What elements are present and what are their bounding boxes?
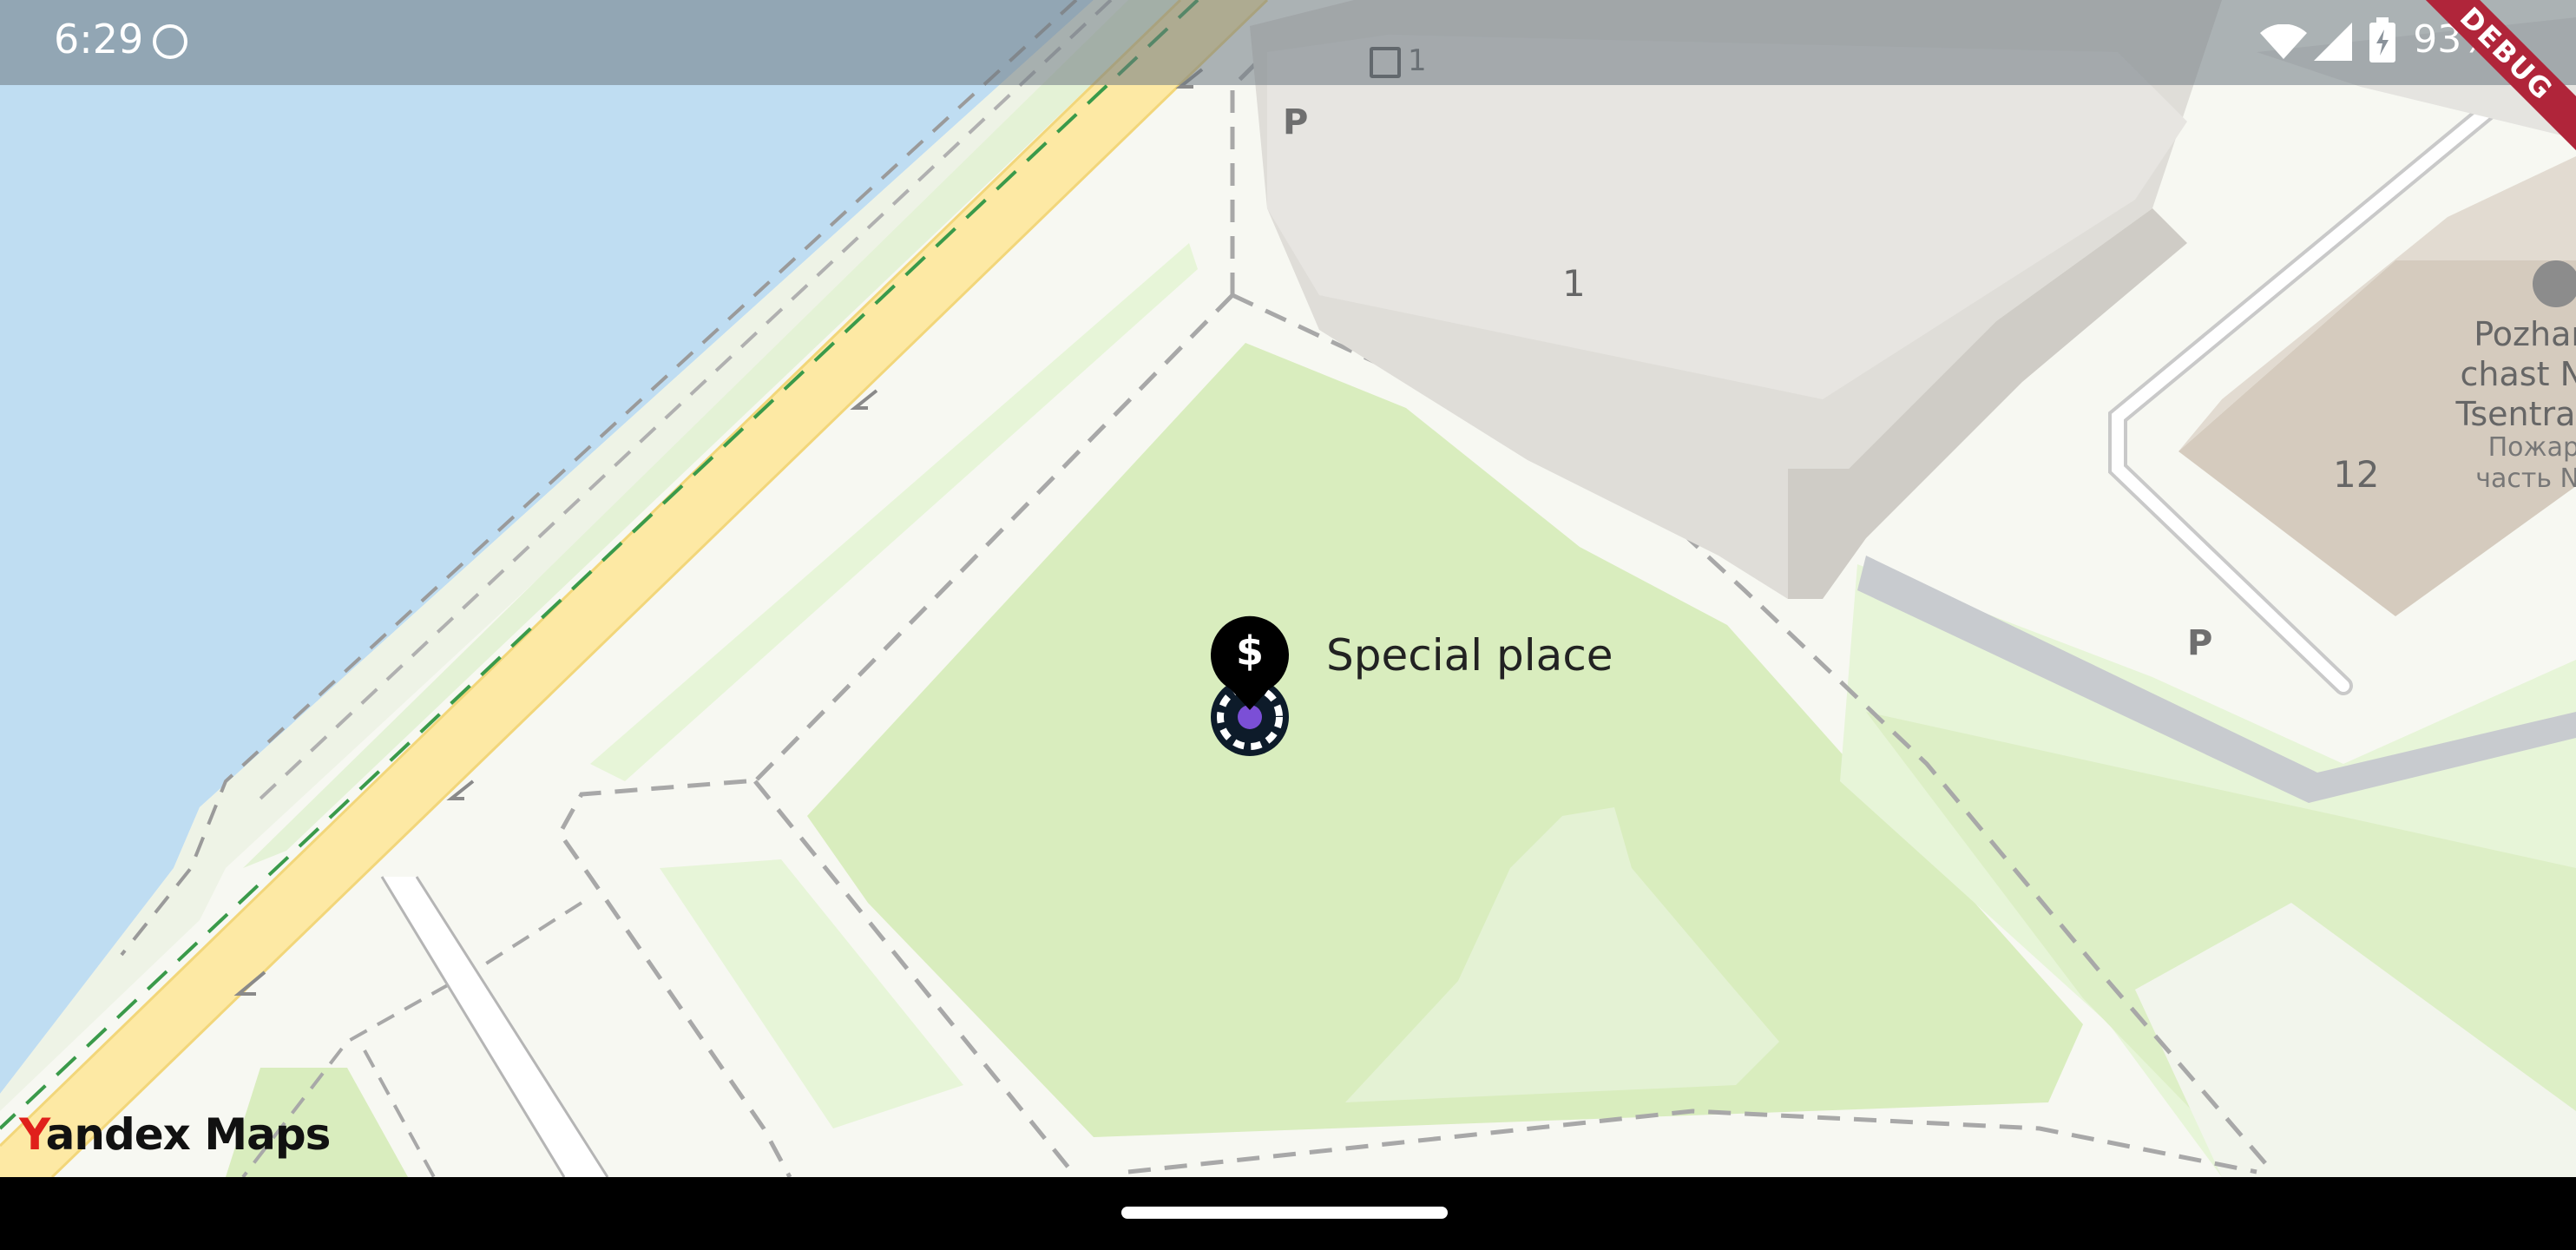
- poi-subtitle: Пожар часть N: [2475, 432, 2576, 495]
- parking-icon[interactable]: P: [1283, 102, 1308, 142]
- dollar-icon: $: [1235, 628, 1264, 674]
- poi-sub-line: Пожар: [2487, 432, 2576, 463]
- map-canvas[interactable]: [0, 0, 2576, 1179]
- battery-icon: [2369, 17, 2395, 62]
- home-gesture-handle[interactable]: [1121, 1207, 1448, 1219]
- poi-name-line: chast N: [2460, 355, 2576, 393]
- yandex-maps-logo[interactable]: Yandex Maps: [19, 1109, 332, 1160]
- building-number: 12: [2333, 453, 2380, 496]
- wifi-icon: [2260, 24, 2307, 59]
- app-notification-icon: [153, 24, 187, 59]
- poi-name[interactable]: Pozhar chast N Tsentral: [2455, 314, 2576, 434]
- fire-station-icon[interactable]: [2533, 260, 2576, 307]
- poi-sub-line: часть N: [2475, 464, 2576, 494]
- placemark-label[interactable]: Special place: [1326, 630, 1613, 681]
- parking-icon[interactable]: P: [2187, 623, 2212, 663]
- clock: 6:29: [54, 16, 144, 62]
- logo-letter: Y: [19, 1109, 47, 1160]
- logo-text: andex Maps: [45, 1109, 332, 1160]
- building-number: 1: [1562, 262, 1586, 305]
- map-view[interactable]: $ Special place 1 12 P P 1 Pozhar chast …: [0, 0, 2576, 1179]
- poi-name-line: Pozhar: [2474, 315, 2576, 353]
- poi-name-line: Tsentral: [2455, 395, 2576, 433]
- signal-icon: [2314, 23, 2352, 61]
- status-bar: 6:29 93%: [0, 0, 2576, 85]
